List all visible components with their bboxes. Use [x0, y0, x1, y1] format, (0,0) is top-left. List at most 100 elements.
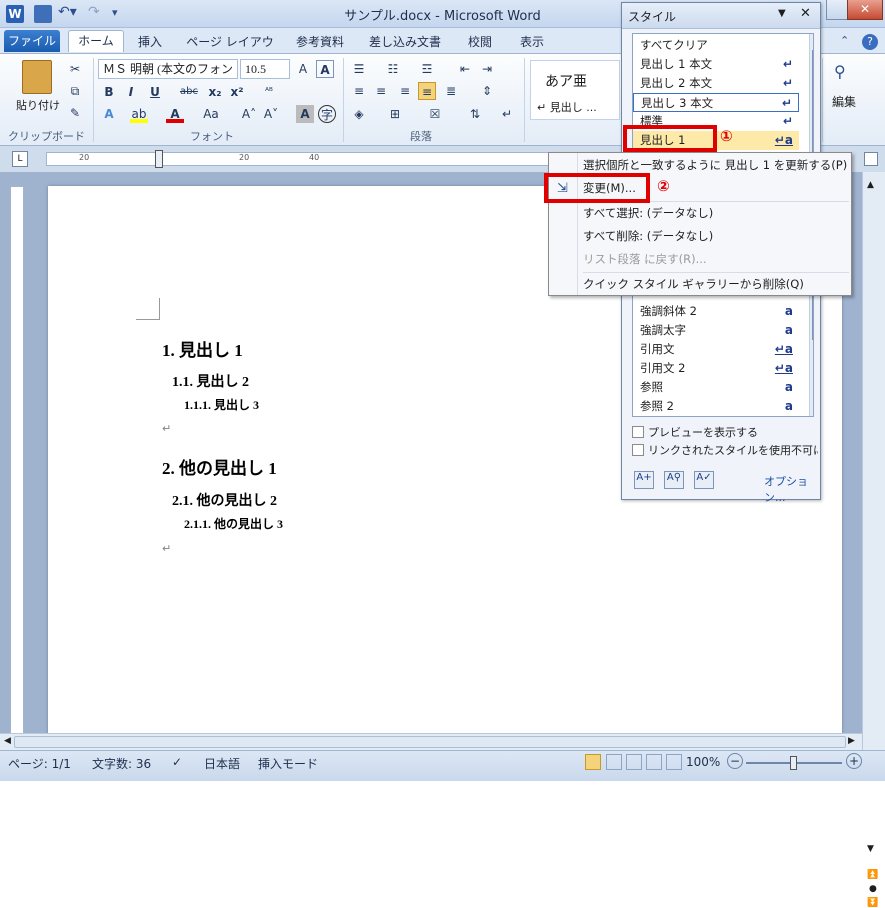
underline-icon[interactable]: U	[146, 83, 164, 101]
shrink-font-icon[interactable]: A˅	[262, 105, 280, 123]
increase-indent-icon[interactable]: ⇥	[478, 60, 496, 78]
zoom-out-icon[interactable]: −	[727, 753, 743, 769]
justify-icon[interactable]: ≡	[418, 82, 436, 100]
subscript-icon[interactable]: x₂	[206, 83, 224, 101]
heading-3-b[interactable]: 2.1.1. 他の見出し 3	[184, 515, 283, 532]
find-icon[interactable]: ⚲	[834, 62, 846, 81]
decrease-indent-icon[interactable]: ⇤	[456, 60, 474, 78]
character-shading-icon[interactable]: A	[296, 105, 314, 123]
heading-3-a[interactable]: 1.1.1. 見出し 3	[184, 396, 259, 413]
draft-icon[interactable]	[666, 754, 682, 770]
help-icon[interactable]: ?	[862, 34, 878, 50]
pane-close-icon[interactable]: ✕	[800, 6, 811, 21]
format-painter-icon[interactable]: ✎	[66, 104, 84, 122]
scroll-right-icon[interactable]: ▶	[848, 736, 855, 746]
indent-marker[interactable]	[155, 150, 163, 168]
tab-page-layout[interactable]: ページ レイアウト	[184, 32, 276, 69]
outline-icon[interactable]	[646, 754, 662, 770]
maximize-button[interactable]	[826, 0, 848, 20]
tab-mailings[interactable]: 差し込み文書	[364, 32, 446, 54]
heading-1-a[interactable]: 1. 見出し 1	[162, 336, 243, 361]
horizontal-ruler[interactable]: 20 20 40	[46, 150, 586, 168]
shading-icon[interactable]: ◈	[350, 105, 368, 123]
style-inspector-icon[interactable]: A⚲	[664, 471, 684, 489]
tab-view[interactable]: 表示	[512, 32, 552, 54]
zoom-level[interactable]: 100%	[686, 755, 720, 769]
select-all-item[interactable]: すべて選択: (データなし)	[549, 202, 851, 225]
clear-format-icon[interactable]: A	[316, 60, 334, 78]
heading-2-a[interactable]: 1.1. 見出し 2	[172, 371, 249, 391]
numbering-icon[interactable]: ☷	[384, 60, 402, 78]
sort-icon[interactable]: ⇅	[466, 105, 484, 123]
style-item-selected[interactable]: 見出し 3 本文 ↵	[633, 93, 799, 112]
font-color-icon[interactable]: A	[166, 105, 184, 123]
style-item[interactable]: 強調太字 a	[633, 321, 799, 340]
text-effects-icon[interactable]: A	[100, 105, 118, 123]
cut-icon[interactable]: ✂	[66, 60, 84, 78]
phonetic-guide-icon[interactable]: ᴬᴮ	[260, 83, 278, 101]
bullets-icon[interactable]: ☰	[350, 60, 368, 78]
tab-home[interactable]: ホーム	[68, 30, 124, 52]
font-size-combo[interactable]: 10.5	[240, 59, 290, 79]
new-style-icon[interactable]: A+	[634, 471, 654, 489]
change-case-icon[interactable]: Aa	[202, 105, 220, 123]
tab-insert[interactable]: 挿入	[130, 32, 170, 54]
style-item[interactable]: 参照 a	[633, 378, 799, 397]
insert-mode[interactable]: 挿入モード	[258, 755, 318, 772]
full-screen-icon[interactable]	[606, 754, 622, 770]
borders-icon[interactable]: ⊞	[386, 105, 404, 123]
view-ruler-icon[interactable]	[864, 152, 878, 166]
distributed-icon[interactable]: ≣	[442, 82, 460, 100]
zoom-in-icon[interactable]: +	[846, 753, 862, 769]
align-right-icon[interactable]: ≡	[396, 82, 414, 100]
tab-review[interactable]: 校閲	[460, 32, 500, 54]
style-item[interactable]: 引用文 2 ↵a	[633, 359, 799, 378]
tab-references[interactable]: 参考資料	[290, 32, 350, 54]
style-gallery-item[interactable]: あア亜 ↵ 見出し ...	[530, 60, 620, 120]
paste-icon[interactable]	[22, 60, 52, 94]
prev-page-icon[interactable]: ⏫	[867, 870, 878, 880]
tab-selector-icon[interactable]: L	[12, 151, 28, 167]
line-spacing-icon[interactable]: ⇕	[478, 82, 496, 100]
proofing-icon[interactable]: ✓	[172, 755, 182, 769]
minimize-ribbon-icon[interactable]: ⌃	[840, 34, 849, 47]
show-marks-icon[interactable]: ↵	[498, 105, 516, 123]
preview-checkbox[interactable]	[632, 426, 644, 438]
asian-layout-icon[interactable]: ☒	[426, 105, 444, 123]
word-count[interactable]: 文字数: 36	[92, 755, 151, 772]
strikethrough-icon[interactable]: abc	[180, 83, 198, 101]
style-item[interactable]: 見出し 1 本文 ↵	[633, 55, 799, 74]
copy-icon[interactable]: ⧉	[66, 82, 84, 100]
horizontal-scrollbar[interactable]: ◀ ▶	[0, 733, 862, 750]
close-button[interactable]: ✕	[847, 0, 883, 20]
edit-button[interactable]: 編集	[832, 93, 856, 110]
superscript-icon[interactable]: x²	[228, 83, 246, 101]
scroll-down-icon[interactable]: ▼	[813, 404, 814, 413]
paste-button[interactable]: 貼り付け	[16, 97, 60, 113]
web-layout-icon[interactable]	[626, 754, 642, 770]
style-item[interactable]: 参照 2 a	[633, 397, 799, 416]
heading-2-b[interactable]: 2.1. 他の見出し 2	[172, 490, 277, 510]
scroll-down-icon[interactable]: ▼	[867, 844, 874, 854]
language[interactable]: 日本語	[204, 755, 240, 772]
clear-all-item[interactable]: すべて削除: (データなし)	[549, 225, 851, 248]
highlight-icon[interactable]: ab	[130, 105, 148, 123]
vertical-scrollbar[interactable]: ▲ ▼ ⏫ ● ⏬	[862, 172, 885, 908]
style-item[interactable]: 引用文 ↵a	[633, 340, 799, 359]
remove-from-gallery-item[interactable]: クイック スタイル ギャラリーから削除(Q)	[549, 273, 851, 296]
style-item[interactable]: 見出し 2 本文 ↵	[633, 74, 799, 93]
zoom-thumb[interactable]	[790, 756, 797, 770]
align-left-icon[interactable]: ≡	[350, 82, 368, 100]
multilevel-list-icon[interactable]: ☲	[418, 60, 436, 78]
manage-styles-icon[interactable]: A✓	[694, 471, 714, 489]
style-item-clear-all[interactable]: すべてクリア	[633, 36, 799, 55]
hscroll-thumb[interactable]	[14, 736, 846, 748]
next-page-icon[interactable]: ⏬	[867, 898, 878, 908]
enclosed-char-icon[interactable]: 字	[318, 105, 336, 123]
align-center-icon[interactable]: ≡	[372, 82, 390, 100]
browse-object-icon[interactable]: ●	[869, 884, 877, 894]
grow-font-icon[interactable]: A	[294, 60, 312, 78]
tab-file[interactable]: ファイル	[4, 30, 60, 52]
scroll-up-icon[interactable]: ▲	[867, 180, 874, 190]
options-link[interactable]: オプション...	[764, 473, 820, 505]
